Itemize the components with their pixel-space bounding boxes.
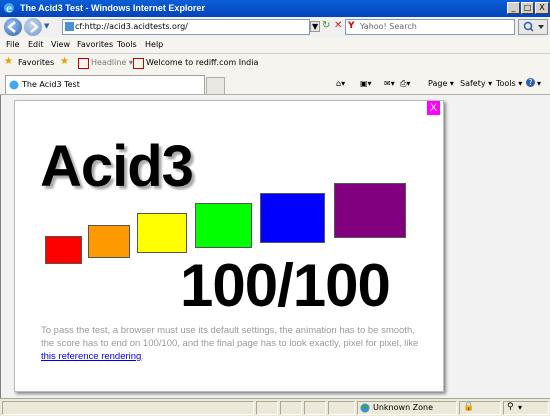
- tools-menu[interactable]: Tools ▾: [496, 79, 522, 88]
- forward-arrow-icon: [30, 21, 39, 33]
- status-panel-4: [304, 401, 326, 415]
- status-bar: Unknown Zone 🔒 ⚲ ▾: [0, 398, 550, 416]
- stop-button[interactable]: ✕: [334, 20, 342, 31]
- menu-bar: File Edit View Favorites Tools Help: [0, 37, 550, 54]
- mail-icon[interactable]: ✉▾: [384, 79, 395, 88]
- navigation-bar: ▼ cf:http://acid3.acidtests.org/ ▼ ↻ ✕ Y…: [0, 17, 550, 37]
- zone-panel[interactable]: Unknown Zone: [357, 401, 457, 415]
- tab-bar: The Acid3 Test ⌂▾ ▣▾ ✉▾ ⎙▾ Page ▾ Safety…: [0, 72, 550, 95]
- menu-file[interactable]: File: [6, 40, 19, 49]
- safety-menu[interactable]: Safety ▾: [460, 79, 492, 88]
- menu-view[interactable]: View: [51, 40, 70, 49]
- home-icon[interactable]: ⌂▾: [336, 79, 345, 88]
- tab-label: The Acid3 Test: [22, 80, 80, 89]
- status-panel-3: [280, 401, 302, 415]
- ie-tab-icon: [9, 80, 19, 90]
- yahoo-icon: Y: [348, 21, 355, 31]
- refresh-button[interactable]: ↻: [322, 20, 330, 31]
- acid3-title: Acid3: [40, 134, 194, 199]
- purple-box: [334, 183, 406, 238]
- ie-logo-icon: e: [4, 3, 14, 14]
- window-title: The Acid3 Test - Windows Internet Explor…: [20, 3, 205, 13]
- zoom-icon: ⚲: [507, 402, 514, 412]
- red-box: [45, 236, 82, 264]
- description-end: .: [141, 351, 144, 362]
- address-url: cf:http://acid3.acidtests.org/: [75, 22, 188, 31]
- tab-acid3[interactable]: The Acid3 Test: [5, 75, 205, 94]
- page-icon: [65, 22, 74, 31]
- address-dropdown-icon[interactable]: ▼: [310, 21, 321, 32]
- zone-label: Unknown Zone: [373, 403, 434, 412]
- reference-rendering-link[interactable]: this reference rendering: [41, 351, 141, 362]
- search-field[interactable]: Y Yahoo! Search: [345, 19, 515, 35]
- maximize-button[interactable]: □: [521, 2, 534, 14]
- menu-tools[interactable]: Tools: [117, 40, 137, 49]
- search-button[interactable]: [518, 19, 548, 35]
- status-text-panel: [2, 401, 254, 415]
- score-text: 100/100: [180, 252, 391, 319]
- history-dropdown-icon[interactable]: ▼: [44, 22, 49, 30]
- page-menu[interactable]: Page ▾: [428, 79, 454, 88]
- blue-box: [260, 193, 325, 243]
- status-panel-2: [256, 401, 278, 415]
- back-button[interactable]: [4, 18, 22, 36]
- forward-button[interactable]: [24, 18, 42, 36]
- help-icon[interactable]: ?: [526, 78, 535, 87]
- title-bar: e The Acid3 Test - Windows Internet Expl…: [0, 0, 550, 17]
- description-text: To pass the test, a browser must use its…: [41, 325, 419, 349]
- protected-mode-panel[interactable]: 🔒: [459, 401, 501, 415]
- green-box: [195, 203, 252, 248]
- search-icon: [523, 21, 544, 32]
- minimize-button[interactable]: _: [507, 2, 520, 14]
- orange-box: [88, 225, 130, 258]
- new-tab-button[interactable]: [206, 77, 225, 94]
- help-dropdown[interactable]: ▾: [537, 79, 541, 88]
- svg-text:e: e: [6, 4, 12, 14]
- menu-help[interactable]: Help: [145, 40, 163, 49]
- status-panel-5: [328, 401, 355, 415]
- rediff-icon: [78, 58, 89, 69]
- back-arrow-icon: [7, 21, 16, 33]
- print-icon[interactable]: ⎙▾: [400, 79, 410, 89]
- menu-edit[interactable]: Edit: [28, 40, 44, 49]
- close-window-button[interactable]: X: [535, 2, 549, 14]
- favorite-headline[interactable]: Headline ▾: [91, 58, 133, 67]
- favorite-rediff[interactable]: Welcome to rediff.com India: [146, 58, 258, 67]
- favorites-button[interactable]: Favorites: [18, 58, 54, 67]
- feeds-icon[interactable]: ▣▾: [360, 79, 372, 88]
- yellow-box: [137, 213, 187, 253]
- address-field[interactable]: cf:http://acid3.acidtests.org/: [62, 19, 310, 35]
- add-favorite-icon[interactable]: ★: [60, 56, 69, 67]
- close-x-button[interactable]: X: [427, 101, 440, 115]
- globe-icon: [360, 403, 370, 413]
- menu-favorites[interactable]: Favorites: [77, 40, 113, 49]
- favorites-star-icon: ★: [4, 56, 13, 67]
- rediff-icon-2: [133, 58, 144, 69]
- test-description: To pass the test, a browser must use its…: [41, 324, 426, 363]
- security-icon: 🔒: [463, 402, 475, 412]
- search-placeholder: Yahoo! Search: [360, 22, 417, 31]
- favorites-bar: ★ Favorites ★ Headline ▾ Welcome to redi…: [0, 54, 550, 72]
- zoom-panel[interactable]: ⚲ ▾: [503, 401, 549, 415]
- zoom-dropdown: ▾: [518, 403, 523, 412]
